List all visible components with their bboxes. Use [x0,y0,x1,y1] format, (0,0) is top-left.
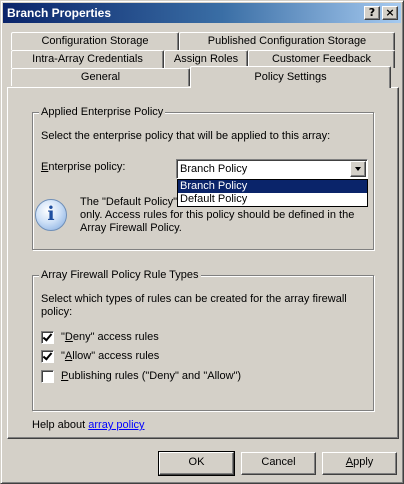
array-firewall-description-line-2: policy: [41,306,73,318]
info-text-line-3: Array Firewall Policy. [80,222,182,234]
enterprise-policy-legend: Applied Enterprise Policy [39,105,166,119]
tab-policy-settings[interactable]: Policy Settings [190,66,391,88]
help-text: Help about array policy [32,419,145,432]
dialog-window: Branch Properties ? × Configuration Stor… [0,0,404,484]
publishing-rules-label[interactable]: Publishing rules ("Deny" and "Allow") [61,370,241,383]
tab-intra-array-credentials[interactable]: Intra-Array Credentials [11,50,164,68]
allow-rules-label[interactable]: "Allow" access rules [61,350,159,363]
chevron-down-icon[interactable] [350,161,366,177]
title-bar[interactable]: Branch Properties ? × [3,3,401,23]
help-prefix: Help about [32,419,89,431]
array-policy-help-link[interactable]: array policy [88,419,144,431]
enterprise-policy-selected-value: Branch Policy [180,163,248,175]
tab-configuration-storage[interactable]: Configuration Storage [11,32,179,50]
info-icon: i [35,199,67,231]
allow-rules-checkbox[interactable] [41,350,54,363]
tab-general[interactable]: General [11,68,190,86]
publishing-rules-checkbox[interactable] [41,370,54,383]
tab-published-configuration-storage[interactable]: Published Configuration Storage [179,32,395,50]
enterprise-policy-description: Select the enterprise policy that will b… [41,130,331,142]
ok-button[interactable]: OK [158,451,235,476]
help-icon[interactable]: ? [364,6,380,20]
cancel-button[interactable]: Cancel [241,452,316,475]
array-firewall-legend: Array Firewall Policy Rule Types [39,268,201,282]
option-default-policy[interactable]: Default Policy [178,193,367,206]
option-branch-policy[interactable]: Branch Policy [178,180,367,193]
deny-rules-checkbox[interactable] [41,331,54,344]
apply-button[interactable]: Apply [322,452,397,475]
close-icon[interactable]: × [382,6,398,20]
deny-rules-label[interactable]: "Deny" access rules [61,331,159,344]
enterprise-policy-dropdown-list[interactable]: Branch Policy Default Policy [177,179,368,207]
info-text-line-1: The "Default Policy" [80,196,178,208]
array-firewall-description-line-1: Select which types of rules can be creat… [41,293,347,305]
window-title: Branch Properties [7,6,112,20]
enterprise-policy-label: Enterprise policy: [41,161,126,173]
info-text-line-2: only. Access rules for this policy shoul… [80,209,355,221]
enterprise-policy-select[interactable]: Branch Policy [176,159,368,179]
